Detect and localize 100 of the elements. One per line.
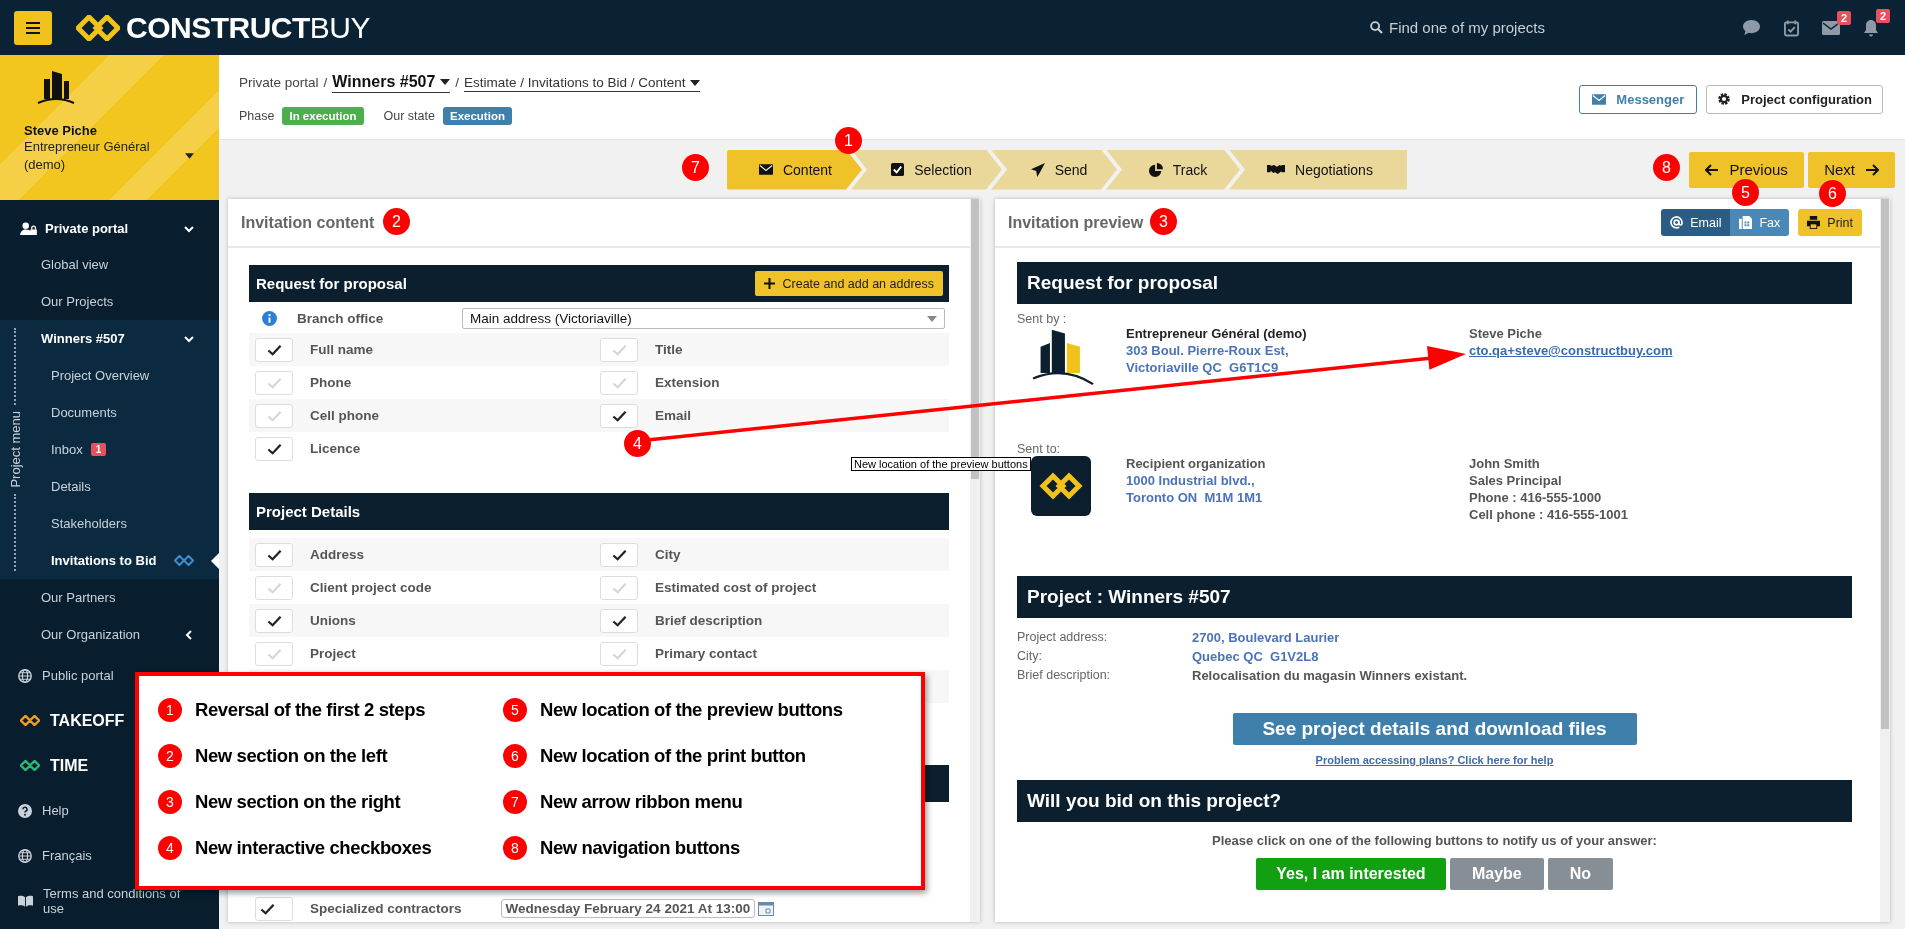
callout-label: New location of the preview buttons bbox=[851, 457, 1031, 471]
step-tab[interactable]: Send bbox=[991, 149, 1117, 190]
nav-item[interactable]: Documents bbox=[30, 394, 219, 431]
nav-item[interactable]: Winners #507 bbox=[30, 320, 219, 357]
calendar-check-icon[interactable] bbox=[1784, 18, 1799, 37]
contact-line: Steve Piche bbox=[1469, 326, 1543, 341]
mail-icon[interactable] bbox=[1822, 20, 1840, 35]
nav-item[interactable]: Our Organization bbox=[0, 616, 219, 653]
nav-item[interactable]: Help bbox=[0, 788, 73, 833]
step-tab[interactable]: Negotiations bbox=[1229, 149, 1407, 190]
checkbox[interactable] bbox=[255, 608, 293, 633]
checkbox[interactable] bbox=[255, 370, 293, 395]
legend-text: New interactive checkboxes bbox=[195, 837, 432, 859]
nav-item[interactable]: TIME bbox=[0, 743, 93, 788]
checkbox[interactable] bbox=[600, 608, 638, 633]
field-label: Branch office bbox=[297, 311, 385, 326]
breadcrumb-dropdown[interactable]: Estimate / Invitations to Bid / Content bbox=[464, 75, 701, 92]
nav-item[interactable]: Stakeholders bbox=[30, 505, 219, 542]
checkbox[interactable] bbox=[255, 896, 293, 921]
status-badge: Execution bbox=[443, 107, 512, 125]
checkbox[interactable] bbox=[600, 337, 638, 362]
checkbox[interactable] bbox=[255, 575, 293, 600]
checkmark-icon bbox=[611, 376, 627, 389]
checkbox-icon bbox=[891, 163, 905, 176]
checkmark-icon bbox=[266, 442, 282, 455]
step-tab[interactable]: Selection bbox=[851, 149, 1002, 190]
checkbox[interactable] bbox=[255, 403, 293, 428]
checkbox-label: Estimated cost of project bbox=[655, 580, 817, 595]
address-line: 1000 Industrial blvd., bbox=[1126, 473, 1256, 488]
nav-item[interactable]: Our Projects bbox=[0, 283, 219, 320]
search-field[interactable]: Find one of my projects bbox=[1387, 18, 1566, 37]
nav-item[interactable]: Français bbox=[0, 833, 96, 878]
menu-button[interactable] bbox=[14, 10, 52, 45]
field-label: Project address: bbox=[1017, 630, 1109, 645]
checkmark-icon bbox=[259, 902, 275, 915]
handshake-icon bbox=[1267, 164, 1286, 175]
contact-line: Phone : 416-555-1000 bbox=[1469, 490, 1603, 505]
fax-button[interactable]: Fax bbox=[1730, 209, 1790, 236]
checkbox-label: Client project code bbox=[310, 580, 432, 595]
next-button[interactable]: Next bbox=[1808, 151, 1895, 188]
download-button[interactable]: See project details and download files bbox=[1232, 713, 1637, 745]
messenger-button[interactable]: Messenger bbox=[1579, 84, 1698, 114]
step-tab[interactable]: Content bbox=[727, 149, 862, 190]
legend-text: New location of the preview buttons bbox=[540, 699, 843, 721]
nav-item[interactable]: Details bbox=[30, 468, 219, 505]
nav-item[interactable]: Global view bbox=[0, 246, 219, 283]
user-role: Entrepreneur Général (demo) bbox=[24, 138, 151, 174]
checkmark-icon bbox=[266, 548, 282, 561]
checkbox-label: Address bbox=[310, 547, 365, 562]
nav-item[interactable]: Inbox 1 bbox=[30, 431, 219, 468]
checkmark-icon bbox=[611, 581, 627, 594]
checkbox[interactable] bbox=[255, 337, 293, 362]
section-title: Project Details bbox=[256, 503, 362, 520]
checkbox[interactable] bbox=[600, 403, 638, 428]
step-tab[interactable]: Track bbox=[1106, 149, 1240, 190]
scrollbar[interactable] bbox=[1880, 199, 1890, 922]
chat-icon[interactable] bbox=[1742, 19, 1761, 36]
branch-select[interactable]: Main address (Victoriaville) bbox=[462, 308, 945, 329]
paper-plane-icon bbox=[1030, 162, 1045, 177]
help-link[interactable]: Problem accessing plans? Click here for help bbox=[1315, 754, 1554, 766]
checkbox[interactable] bbox=[600, 575, 638, 600]
breadcrumb-link[interactable]: Private portal bbox=[239, 75, 319, 90]
nav-item[interactable]: Project Overview bbox=[30, 357, 219, 394]
field-value: 2700, Boulevard Laurier bbox=[1192, 630, 1341, 645]
instruction-text: Please click on one of the following buttons to notify us of your answer: bbox=[1212, 833, 1657, 848]
checkbox-label: Email bbox=[655, 408, 692, 423]
breadcrumb-dropdown[interactable]: Winners #507 bbox=[332, 73, 451, 93]
printer-icon bbox=[1807, 216, 1821, 229]
add-address-button[interactable]: Create and add an address bbox=[754, 271, 943, 296]
email-button[interactable]: Email bbox=[1661, 209, 1731, 236]
checkbox-label: Cell phone bbox=[310, 408, 379, 423]
configuration-button[interactable]: Project configuration bbox=[1706, 84, 1883, 114]
checkbox[interactable] bbox=[600, 641, 638, 666]
nav-item[interactable]: Our Partners bbox=[0, 579, 219, 616]
field-value: Relocalisation du magasin Winners existant. bbox=[1192, 668, 1469, 683]
bell-icon[interactable] bbox=[1863, 18, 1879, 37]
nav-item[interactable]: TAKEOFF bbox=[0, 698, 129, 743]
calendar-icon[interactable] bbox=[758, 901, 775, 916]
email-link[interactable]: cto.qa+steve@constructbuy.com bbox=[1469, 343, 1812, 358]
checkbox[interactable] bbox=[600, 370, 638, 395]
checkbox[interactable] bbox=[255, 542, 293, 567]
panel-title: Invitation preview bbox=[1008, 213, 1144, 232]
legend-text: New location of the print button bbox=[540, 745, 806, 767]
checkmark-icon bbox=[611, 614, 627, 627]
checkbox[interactable] bbox=[255, 436, 293, 461]
status-label: Our state bbox=[383, 109, 435, 123]
section-title: Project : Winners #507 bbox=[1027, 586, 1231, 608]
checkbox-label: City bbox=[655, 547, 681, 562]
number-marker: 2 bbox=[158, 744, 182, 768]
print-button[interactable]: Print bbox=[1798, 209, 1862, 236]
checkmark-icon bbox=[266, 614, 282, 627]
search-icon bbox=[1370, 21, 1383, 34]
nav-item[interactable]: Public portal bbox=[0, 653, 118, 698]
checkbox[interactable] bbox=[600, 542, 638, 567]
nav-item[interactable]: Invitations to Bid bbox=[30, 542, 219, 579]
nav-section-header[interactable]: Private portal bbox=[0, 211, 219, 246]
settings-icon bbox=[1717, 92, 1732, 106]
address-line: 303 Boul. Pierre-Roux Est, bbox=[1126, 343, 1290, 358]
date-field[interactable]: Wednesday February 24 2021 At 13:00 bbox=[500, 899, 756, 918]
checkbox[interactable] bbox=[255, 641, 293, 666]
